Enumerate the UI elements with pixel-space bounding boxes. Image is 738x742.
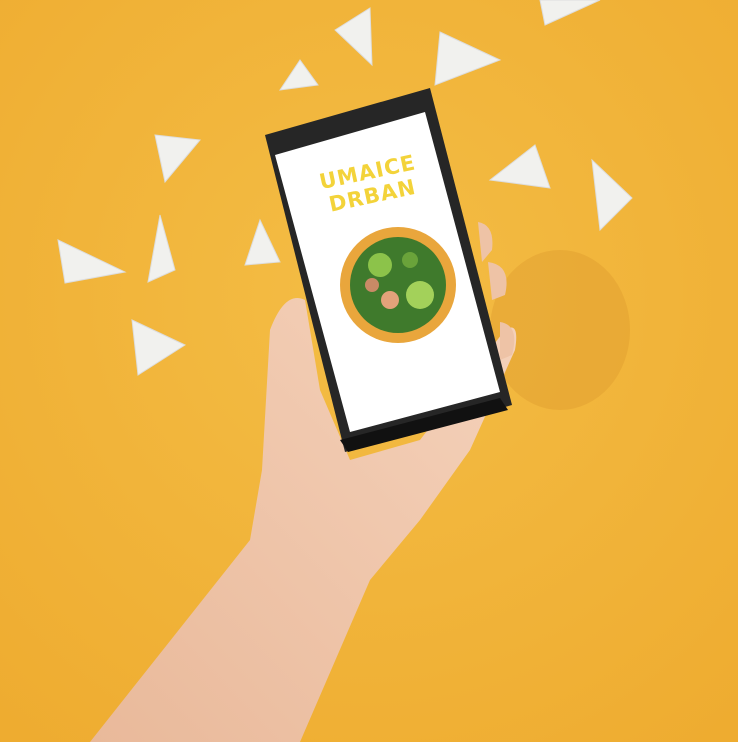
scene (0, 0, 738, 742)
food-bowl-image (340, 227, 456, 343)
